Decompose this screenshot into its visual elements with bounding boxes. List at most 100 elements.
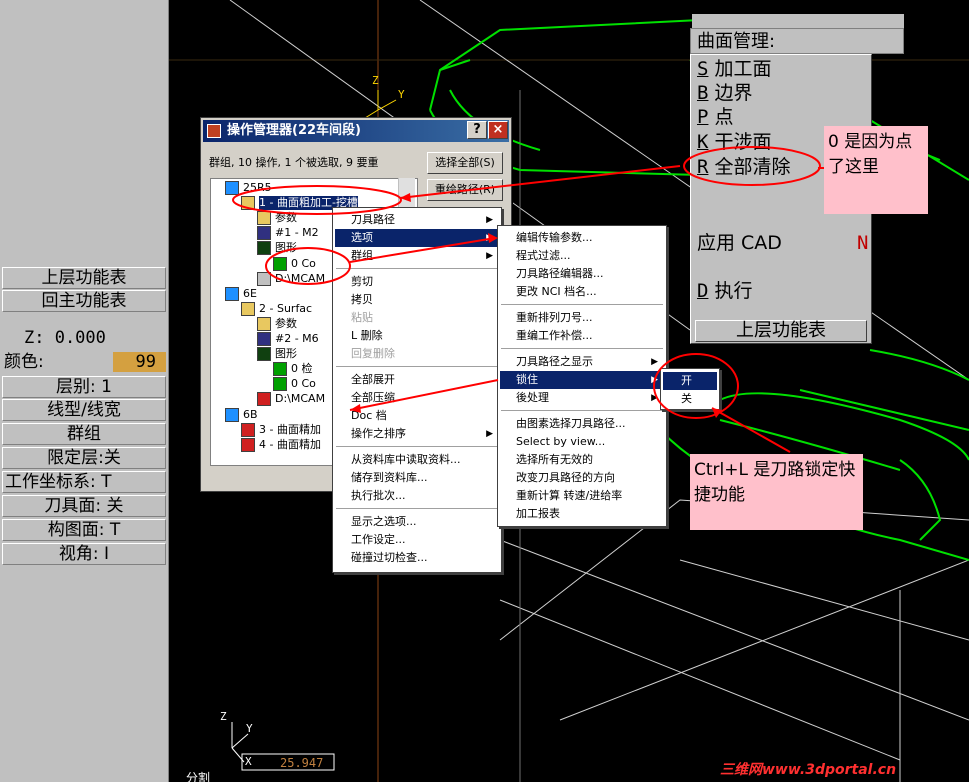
menu-item[interactable]: Doc 档 — [335, 407, 499, 425]
menu-separator — [501, 348, 663, 349]
menu-separator — [501, 304, 663, 305]
apply-cad-value: N — [857, 232, 869, 254]
menu-item[interactable]: 加工报表 — [500, 505, 664, 523]
menu-item[interactable]: 後处理 ▶ — [500, 389, 664, 407]
tree-node[interactable]: 6E — [243, 287, 257, 301]
submenu-arrow-icon: ▶ — [651, 393, 658, 403]
menu-item[interactable]: 刀具路径编辑器... — [500, 265, 664, 283]
menu-item[interactable]: 群组 ▶ — [335, 247, 499, 265]
menu-item-label: 显示之选项... — [351, 515, 417, 528]
menu-item-label: 刀具路径之显示 — [516, 355, 593, 368]
upper-menu-button[interactable]: 上层功能表 — [2, 267, 166, 289]
tree-node[interactable]: 6B — [243, 408, 258, 422]
clear-all-label: 全部清除 — [714, 156, 791, 178]
tree-node[interactable]: 4 - 曲面精加 — [259, 438, 321, 452]
menu-item[interactable]: 刀具路径之显示 ▶ — [500, 353, 664, 371]
menu-item[interactable]: 剪切 — [335, 273, 499, 291]
tree-node[interactable]: 图形 — [275, 347, 297, 361]
menu-item-label: 重新计算 转速/进给率 — [516, 489, 623, 502]
tree-node[interactable]: 参数 — [275, 317, 297, 331]
menu-item[interactable]: 工作设定... — [335, 531, 499, 549]
menu-item-label: 全部压缩 — [351, 391, 395, 404]
context-menu: 刀具路径 ▶ 选项 ▶ 群组 ▶ 剪切 拷贝 粘贴 L 删除 回复删除 全部展开 全部压缩 Doc 档操作… — [332, 207, 502, 573]
tool-icon — [257, 332, 271, 346]
menu-item[interactable]: 从资料库中读取资料... — [335, 451, 499, 469]
wcs-button[interactable]: 工作坐标系: T — [2, 471, 166, 493]
menu-item[interactable]: 关 — [663, 390, 717, 408]
color-row[interactable]: 颜色: 99 — [0, 351, 166, 373]
coordinate-readout: 25.947 — [280, 756, 323, 770]
tree-node[interactable]: 0 检 — [291, 362, 313, 376]
menu-item[interactable]: 锁住 ▶ — [500, 371, 664, 389]
tree-node[interactable]: #2 - M6 — [275, 332, 319, 346]
z-depth-readout[interactable]: Z: 0.000 — [0, 327, 166, 349]
menu-item[interactable]: 操作之排序 ▶ — [335, 425, 499, 443]
main-menu-button[interactable]: 回主功能表 — [2, 290, 166, 312]
surface-menu-title: 曲面管理: — [697, 31, 776, 52]
menu-item-label: 後处理 — [516, 391, 549, 404]
menu-item[interactable]: 显示之选项... — [335, 513, 499, 531]
tree-node[interactable]: D:\MCAM — [275, 392, 325, 406]
surface-menu-item-drive[interactable]: S 加工面 — [697, 57, 772, 81]
surface-menu-item-check[interactable]: K 干涉面 — [697, 130, 772, 154]
menu-item[interactable]: 执行批次... — [335, 487, 499, 505]
mask-level-button[interactable]: 限定层:关 — [2, 447, 166, 469]
menu-item-label: 选择所有无效的 — [516, 453, 593, 466]
group-icon — [225, 286, 239, 301]
menu-item[interactable]: 重编工作补偿... — [500, 327, 664, 345]
help-button[interactable]: ? — [467, 121, 487, 139]
tree-node[interactable]: D:\MCAM — [275, 272, 325, 286]
menu-item[interactable]: 由图素选择刀具路径... — [500, 415, 664, 433]
apply-cad-row[interactable]: 应用 CAD N — [697, 231, 868, 255]
linestyle-button[interactable]: 线型/线宽 — [2, 399, 166, 421]
menu-item[interactable]: 开 — [663, 372, 717, 390]
menu-item-label: 回复删除 — [351, 347, 395, 360]
menu-item[interactable]: 程式过滤... — [500, 247, 664, 265]
menu-item[interactable]: 拷贝 — [335, 291, 499, 309]
menu-item[interactable]: L 删除 — [335, 327, 499, 345]
tool-plane-button[interactable]: 刀具面: 关 — [2, 495, 166, 517]
menu-item[interactable]: 刀具路径 ▶ — [335, 211, 499, 229]
axis-top-z-label: Z — [372, 74, 379, 87]
menu-item[interactable]: 改变刀具路径的方向 — [500, 469, 664, 487]
surface-menu-item-clear-all[interactable]: R 全部清除 — [697, 155, 791, 179]
tree-node[interactable]: 0 Co — [291, 257, 316, 271]
menu-item[interactable]: 重新计算 转速/进给率 — [500, 487, 664, 505]
file-icon — [257, 271, 271, 286]
tree-node[interactable]: 2 - Surfac — [259, 302, 312, 316]
menu-item[interactable]: 储存到资料库... — [335, 469, 499, 487]
tree-node[interactable]: #1 - M2 — [275, 226, 319, 240]
menu-item[interactable]: 全部展开 — [335, 371, 499, 389]
nc-icon — [273, 377, 287, 392]
tree-node[interactable]: 参数 — [275, 211, 297, 225]
menu-item[interactable]: Select by view... — [500, 433, 664, 451]
menu-item[interactable]: 碰撞过切检查... — [335, 549, 499, 567]
menu-item[interactable]: 选项 ▶ — [335, 229, 499, 247]
tree-node[interactable]: 0 Co — [291, 377, 316, 391]
menu-item-label: 群组 — [351, 249, 373, 262]
axis-bottom-y-label: Y — [246, 722, 253, 735]
tree-node[interactable]: 图形 — [275, 241, 297, 255]
tree-node[interactable]: 3 - 曲面精加 — [259, 423, 321, 437]
close-button[interactable]: × — [488, 121, 508, 139]
execute-button[interactable]: D 执行 — [697, 279, 753, 303]
cplane-button[interactable]: 构图面: T — [2, 519, 166, 541]
group-button[interactable]: 群组 — [2, 423, 166, 445]
menu-item[interactable]: 编辑传输参数... — [500, 229, 664, 247]
surface-menu-item-point[interactable]: P 点 — [697, 105, 734, 129]
point-key: P — [697, 106, 709, 128]
view-button[interactable]: 视角: I — [2, 543, 166, 565]
regen-path-button[interactable]: 重绘路径(R) — [427, 179, 503, 201]
menu-item[interactable]: 重新排列刀号... — [500, 309, 664, 327]
surface-menu-item-boundary[interactable]: B 边界 — [697, 81, 753, 105]
check-key: K — [697, 131, 709, 153]
operations-manager-title-bar[interactable]: 操作管理器(22车间段) — [203, 120, 509, 142]
menu-item[interactable]: 更改 NCI 档名... — [500, 283, 664, 301]
menu-item-label: 关 — [681, 392, 692, 405]
tree-node[interactable]: 25R5 — [243, 181, 272, 195]
level-button[interactable]: 层别: 1 — [2, 376, 166, 398]
menu-item[interactable]: 选择所有无效的 — [500, 451, 664, 469]
surface-upper-menu-button[interactable]: 上层功能表 — [695, 320, 867, 342]
select-all-button[interactable]: 选择全部(S) — [427, 152, 503, 174]
menu-item[interactable]: 全部压缩 — [335, 389, 499, 407]
